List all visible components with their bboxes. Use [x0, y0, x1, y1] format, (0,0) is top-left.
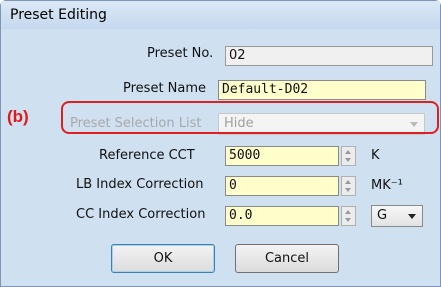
reference-cct-input[interactable]: 5000 — [225, 146, 339, 166]
annotation-highlight-box — [61, 101, 439, 134]
cc-index-spinner-icon[interactable] — [341, 206, 356, 226]
lb-index-correction-input[interactable]: 0 — [225, 176, 339, 196]
cc-index-correction-label: CC Index Correction — [76, 207, 206, 222]
chevron-down-icon — [408, 214, 416, 219]
lb-index-correction-label: LB Index Correction — [76, 177, 204, 192]
reference-cct-unit: K — [371, 148, 380, 163]
cc-index-correction-input[interactable]: 0.0 — [225, 206, 339, 226]
window-title: Preset Editing — [10, 7, 107, 23]
title-bar: Preset Editing — [1, 1, 440, 29]
preset-no-label: Preset No. — [147, 46, 214, 61]
cc-unit-select[interactable]: G — [371, 205, 423, 227]
reference-cct-spinner-icon[interactable] — [341, 146, 356, 166]
cc-unit-value: G — [377, 208, 388, 223]
preset-no-field: 02 — [225, 46, 433, 66]
preset-editing-window: Preset Editing — [0, 0, 441, 287]
cancel-button[interactable]: Cancel — [235, 244, 339, 273]
preset-name-label: Preset Name — [123, 81, 207, 96]
lb-index-unit: MK⁻¹ — [371, 178, 403, 193]
ok-button[interactable]: OK — [111, 244, 215, 273]
preset-name-input[interactable]: Default-D02 — [218, 80, 426, 100]
lb-index-spinner-icon[interactable] — [341, 176, 356, 196]
reference-cct-label: Reference CCT — [99, 148, 195, 163]
annotation-label: (b) — [7, 107, 29, 126]
